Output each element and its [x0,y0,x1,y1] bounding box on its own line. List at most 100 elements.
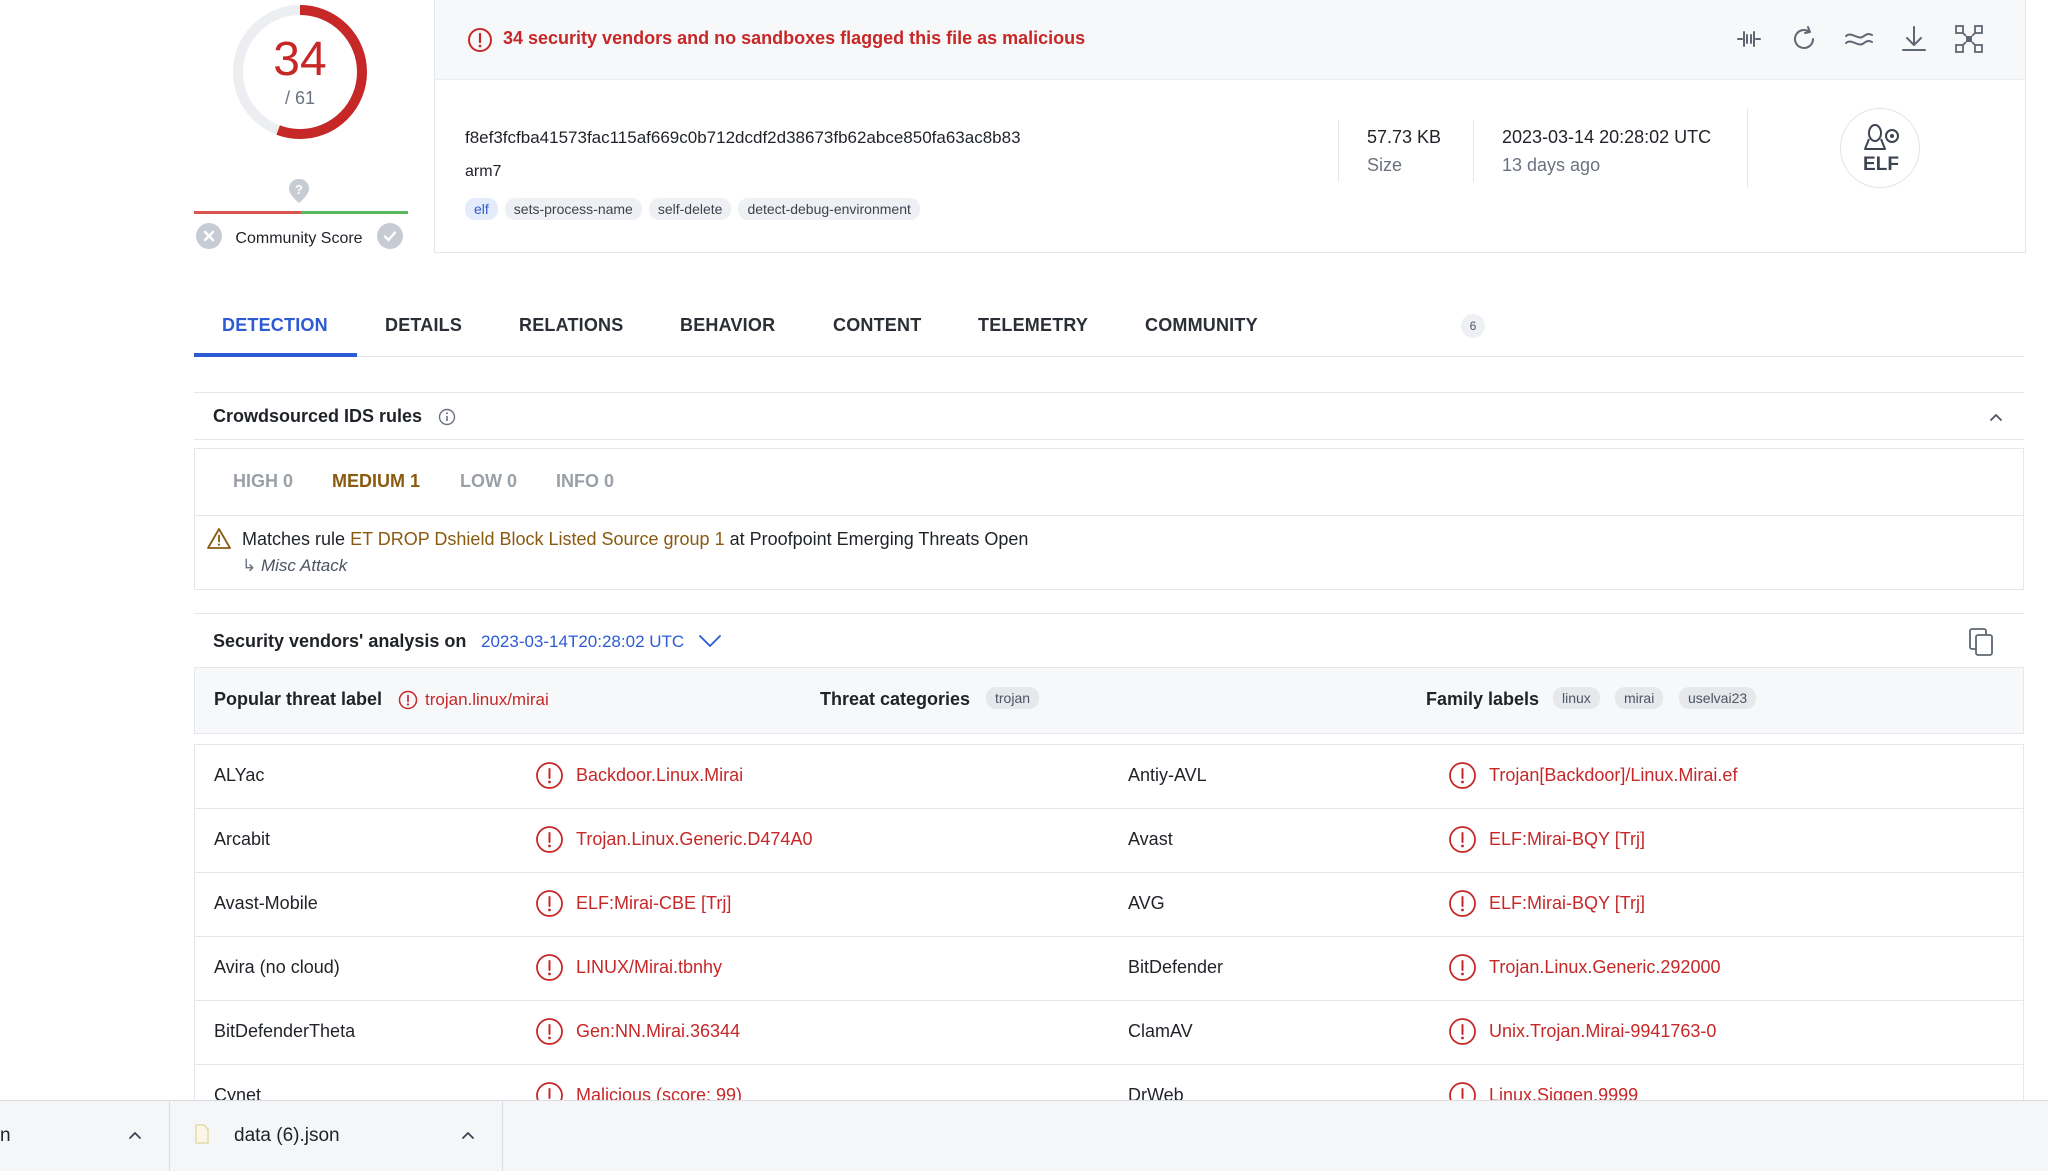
tag[interactable]: elf [465,198,498,220]
tag[interactable]: detect-debug-environment [738,198,920,220]
info-icon[interactable] [438,408,456,426]
tab-relations[interactable]: RELATIONS [519,315,623,336]
rule-category-text: Misc Attack [260,556,348,575]
vendors-analysis-date[interactable]: 2023-03-14T20:28:02 UTC [481,632,684,652]
vendor-result: ELF:Mirai-CBE [Trj] [576,893,732,913]
vendor-name: Arcabit [214,829,271,849]
vendor-name: BitDefenderTheta [214,1021,356,1041]
threat-labels-bar: Popular threat label trojan.linux/mirai … [194,667,2024,734]
family-label-chip[interactable]: uselvai23 [1679,687,1757,709]
divider [1338,120,1339,182]
engine-total: / 61 [284,88,316,108]
severity-high[interactable]: HIGH 0 [233,471,293,492]
tab-telemetry[interactable]: TELEMETRY [978,315,1088,336]
file-hash[interactable]: f8ef3fcfba41573fac115af669c0b712dcdf2d38… [465,128,1021,148]
reanalyze-icon[interactable] [1732,22,1766,56]
chevron-up-icon[interactable] [126,1126,144,1144]
family-labels-title: Family labels [1426,689,1540,709]
alert-circle-icon [398,690,418,710]
vendor-result: Gen:NN.Mirai.36344 [576,1021,741,1041]
file-size: 57.73 KB [1367,127,1442,147]
file-arch: arm7 [465,163,502,180]
table-row: BitDefenderTheta Gen:NN.Mirai.36344 Clam… [195,1001,2023,1065]
vendor-result: ELF:Mirai-BQY [Trj] [1489,893,1646,913]
download-icon[interactable] [1897,22,1931,56]
tag[interactable]: sets-process-name [504,198,642,220]
threat-categories-title: Threat categories [820,689,971,709]
popular-threat-label[interactable]: trojan.linux/mirai [425,690,549,710]
alert-circle-icon [1449,954,1476,981]
severity-low[interactable]: LOW 0 [460,471,517,492]
table-row: Arcabit Trojan.Linux.Generic.D474A0 Avas… [195,809,2023,873]
tag[interactable]: self-delete [648,198,732,220]
warning-icon [207,528,231,549]
sub-arrow-icon: ↳ [242,556,257,575]
community-count-badge: 6 [1461,314,1485,338]
copy-icon[interactable] [1966,626,1996,658]
vendor-result: Trojan.Linux.Generic.292000 [1489,957,1721,977]
community-score-bar [194,211,408,214]
vote-malicious-button[interactable] [196,223,222,249]
alert-circle-icon [468,28,492,52]
family-label-chip[interactable]: linux [1553,687,1600,709]
alert-circle-icon [536,762,563,789]
graph-icon[interactable] [1952,22,1986,56]
popular-threat-label-title: Popular threat label [214,689,383,709]
alert-circle-icon [536,954,563,981]
vendor-result: LINUX/Mirai.tbnhy [576,957,723,977]
alert-circle-icon [536,1018,563,1045]
vote-harmless-button[interactable] [377,223,403,249]
alert-circle-icon [536,826,563,853]
severity-filter: HIGH 0 MEDIUM 1 LOW 0 INFO 0 [195,449,2023,516]
tab-community[interactable]: COMMUNITY [1145,315,1258,336]
threat-category-chip[interactable]: trojan [986,687,1040,709]
vendor-name: Antiy-AVL [1128,765,1207,785]
refresh-icon[interactable] [1787,22,1821,56]
tab-detection[interactable]: DETECTION [222,315,328,336]
vendor-name: Avira (no cloud) [214,957,340,977]
download-file-name: n [0,1125,11,1146]
tab-content[interactable]: CONTENT [833,315,921,336]
divider [1473,120,1474,182]
similar-icon[interactable] [1842,22,1876,56]
vendor-results-table: ALYac Backdoor.Linux.Mirai Antiy-AVL Tro… [194,744,2024,1154]
detection-score: 34 / 61 ? Community Score [194,0,408,250]
vendor-name: ALYac [214,765,265,785]
download-item[interactable]: data (6).json [170,1101,503,1171]
chevron-up-icon[interactable] [459,1126,477,1144]
question-icon: ? [289,179,309,203]
alert-circle-icon [1449,762,1476,789]
severity-medium[interactable]: MEDIUM 1 [332,471,420,492]
detection-count: 34 [273,33,327,86]
ids-rule-match: Matches rule ET DROP Dshield Block Liste… [242,529,1028,550]
chevron-up-icon[interactable] [1986,407,2006,427]
vendor-result: Trojan.Linux.Generic.D474A0 [576,829,813,849]
divider [1747,108,1748,188]
ids-rules-box: HIGH 0 MEDIUM 1 LOW 0 INFO 0 Matches rul… [194,448,2024,590]
ids-section-header[interactable]: Crowdsourced IDS rules [194,392,2024,440]
vendor-name: Avast [1128,829,1173,849]
alert-text: 34 security vendors and no sandboxes fla… [503,28,1086,48]
file-size-label: Size [1367,155,1403,175]
analysis-relative-date: 13 days ago [1502,155,1601,175]
tab-details[interactable]: DETAILS [385,315,462,336]
close-icon [203,230,215,242]
vendor-result: Backdoor.Linux.Mirai [576,765,744,785]
downloads-bar: n data (6).json [0,1100,2048,1171]
vendors-analysis-header: Security vendors' analysis on 2023-03-14… [194,613,2024,667]
vendor-result: Unix.Trojan.Mirai-9941763-0 [1489,1021,1717,1041]
vendor-result: ELF:Mirai-BQY [Trj] [1489,829,1646,849]
download-item[interactable]: n [0,1101,170,1171]
severity-info[interactable]: INFO 0 [556,471,614,492]
table-row: Avast-Mobile ELF:Mirai-CBE [Trj] AVG ELF… [195,873,2023,937]
family-label-chip[interactable]: mirai [1615,687,1664,709]
rule-link[interactable]: ET DROP Dshield Block Listed Source grou… [350,529,725,549]
file-type-label: ELF [1863,154,1899,175]
tab-behavior[interactable]: BEHAVIOR [680,315,775,336]
file-icon [195,1124,209,1144]
svg-text:?: ? [295,182,303,197]
ids-title: Crowdsourced IDS rules [213,406,423,426]
file-type-badge: ELF [1840,108,1920,188]
chevron-down-icon[interactable] [697,630,723,652]
rule-prefix: Matches rule [242,529,346,549]
